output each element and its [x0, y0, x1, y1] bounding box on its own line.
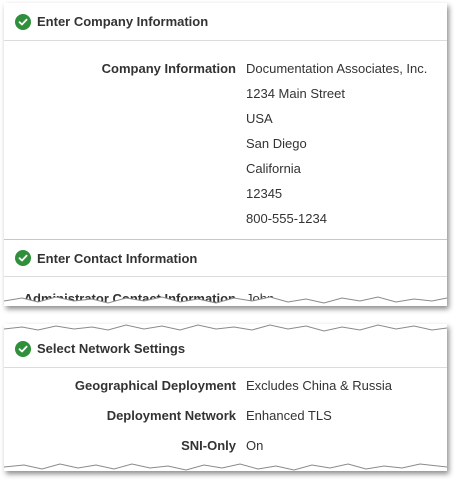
check-circle-icon	[15, 340, 31, 357]
network-section-header[interactable]: Select Network Settings	[4, 330, 447, 368]
company-section-header[interactable]: Enter Company Information	[4, 3, 447, 41]
deployment-network-row: Deployment Network Enhanced TLS	[4, 407, 447, 425]
company-zip-value: 12345	[246, 186, 283, 201]
company-address-row: 1234 Main Street	[4, 85, 447, 103]
company-city-value: San Diego	[246, 136, 307, 151]
check-circle-icon	[15, 250, 31, 266]
contact-section-title: Enter Contact Information	[37, 250, 198, 266]
check-circle-icon	[15, 13, 31, 30]
company-state-value: California	[246, 161, 301, 176]
company-zip-row: 12345	[4, 185, 447, 203]
sni-only-label: SNI-Only	[181, 438, 236, 453]
company-city-row: San Diego	[4, 135, 447, 153]
deployment-network-value: Enhanced TLS	[246, 408, 332, 423]
network-section-title: Select Network Settings	[37, 341, 186, 356]
company-street-value: 1234 Main Street	[246, 86, 346, 101]
company-contact-panel: Enter Company Information Company Inform…	[4, 3, 447, 306]
network-settings-panel: Select Network Settings Geographical Dep…	[4, 324, 447, 471]
company-name-value: Documentation Associates, Inc.	[246, 61, 428, 76]
company-info-label: Company Information	[101, 61, 236, 76]
torn-edge	[4, 463, 447, 471]
deployment-network-label: Deployment Network	[106, 408, 236, 423]
company-country-value: USA	[246, 111, 273, 126]
geo-deployment-row: Geographical Deployment Excludes China &…	[4, 377, 447, 395]
company-state-row: California	[4, 160, 447, 178]
company-info-row: Company Information Documentation Associ…	[4, 60, 447, 78]
company-phone-value: 800-555-1234	[246, 211, 327, 226]
company-phone-row: 800-555-1234	[4, 210, 447, 228]
sni-only-value: On	[246, 438, 264, 453]
torn-edge	[4, 296, 447, 306]
geo-deployment-label: Geographical Deployment	[74, 378, 236, 393]
company-country-row: USA	[4, 110, 447, 128]
contact-section-header[interactable]: Enter Contact Information	[4, 239, 447, 277]
company-section-title: Enter Company Information	[37, 14, 209, 29]
sni-only-row: SNI-Only On	[4, 437, 447, 455]
geo-deployment-value: Excludes China & Russia	[246, 378, 392, 393]
